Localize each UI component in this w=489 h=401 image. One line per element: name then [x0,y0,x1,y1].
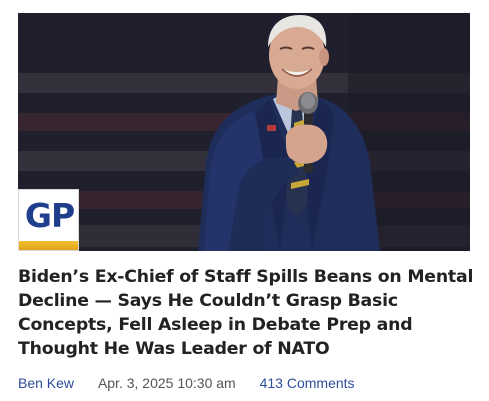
publish-date: Apr. 3, 2025 10:30 am [97,375,236,391]
article-card: GP Biden’s Ex-Chief of Staff Spills Bean… [0,0,489,401]
gp-logo-text: GP [24,196,75,235]
article-meta: Ben Kew Apr. 3, 2025 10:30 am 413 Commen… [18,374,355,392]
article-image[interactable]: GP [18,13,470,251]
gp-logo[interactable]: GP [18,189,79,251]
comments-link[interactable]: 413 Comments [260,374,355,392]
author-link[interactable]: Ben Kew [18,374,74,392]
gp-logo-accent-bar [19,241,78,250]
speaker-photo [18,13,470,251]
article-headline[interactable]: Biden’s Ex-Chief of Staff Spills Beans o… [18,265,478,361]
